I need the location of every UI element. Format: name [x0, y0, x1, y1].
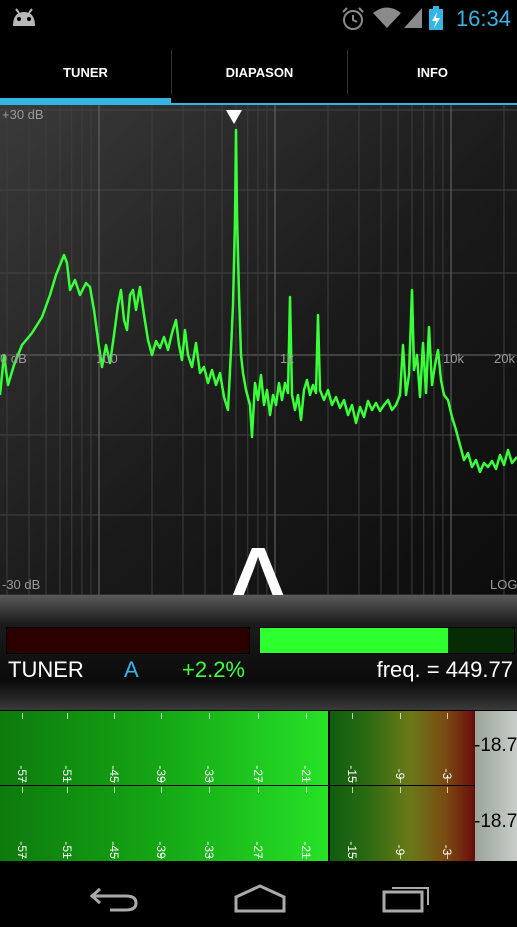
meter-tick-mark [22, 777, 23, 783]
meter-readout-top: -18.7 [474, 735, 517, 756]
meter-tick-mark [400, 713, 401, 719]
wifi-icon [373, 7, 401, 28]
meter-tick-mark [209, 787, 210, 793]
meter-tick-label: -27 [251, 765, 265, 783]
meter-tick-mark [114, 713, 115, 719]
meter-level-cursor [328, 711, 330, 861]
meter-tick-mark [447, 713, 448, 719]
meter-tick-mark [306, 777, 307, 783]
meter-tick-mark [114, 787, 115, 793]
meter-tick-label: -57 [15, 765, 29, 783]
meter-tick-mark [22, 787, 23, 793]
tuner-title: TUNER [8, 657, 84, 682]
meter-tick-mark [352, 713, 353, 719]
flat-indicator-bar [6, 627, 250, 654]
meter-tick-mark [258, 777, 259, 783]
meter-tick-mark [400, 777, 401, 783]
meter-tick-mark [258, 787, 259, 793]
freq-label-10k: 10k [443, 351, 464, 366]
meter-tick-mark [400, 853, 401, 859]
battery-icon [429, 6, 443, 30]
meter-tick-label: -9 [393, 768, 407, 780]
meter-tick-label: -45 [107, 765, 121, 783]
meter-tick-label: -3 [440, 768, 454, 780]
meter-tick-mark [306, 713, 307, 719]
meter-tick-mark [22, 713, 23, 719]
back-icon[interactable] [88, 885, 140, 913]
clock: 16:34 [455, 6, 511, 31]
tab-bar: TUNER DIAPASON INFO [0, 38, 517, 106]
meter-tick-mark [114, 777, 115, 783]
freq-label-100: 100 [96, 351, 118, 366]
meter-tick-mark [447, 853, 448, 859]
meter-tick-mark [161, 713, 162, 719]
meter-tick-mark [67, 853, 68, 859]
meter-tick-mark [209, 777, 210, 783]
spectrum-plot [0, 105, 517, 595]
sharp-indicator-bar [259, 627, 515, 654]
signal-icon [404, 8, 422, 28]
home-icon[interactable] [232, 883, 288, 913]
meter-tick-mark [161, 777, 162, 783]
freq-label-1k: 1k [280, 351, 294, 366]
db-label-mid: 0 dB [0, 351, 27, 366]
meter-tick-mark [161, 787, 162, 793]
spectrum-view[interactable]: +30 dB 0 dB -30 dB 100 1k 10k 20k LOG A [0, 105, 517, 595]
meter-tick-mark [67, 713, 68, 719]
alarm-icon [342, 7, 364, 30]
meter-tick-mark [209, 713, 210, 719]
meter-tick-mark [400, 787, 401, 793]
db-label-bottom: -30 dB [2, 577, 41, 592]
meter-readout-panel [475, 711, 517, 861]
level-meter: -57 -57 -51 -51 -45 -45 -39 -39 -33 -33 -27 -27 -21-… [0, 711, 517, 861]
tab-diapason[interactable]: DIAPASON [172, 38, 347, 106]
db-label-top: +30 dB [2, 107, 44, 122]
scale-mode-label[interactable]: LOG [490, 577, 517, 592]
tab-info[interactable]: INFO [348, 38, 517, 106]
meter-tick-mark [258, 853, 259, 859]
meter-tick-mark [306, 787, 307, 793]
meter-tick-mark [447, 787, 448, 793]
navigation-bar [0, 861, 517, 927]
meter-tick-mark [352, 787, 353, 793]
sharp-indicator-fill [260, 628, 448, 653]
tuner-note: A [124, 657, 139, 682]
detected-note: A [218, 523, 298, 595]
meter-tick-mark [306, 853, 307, 859]
freq-label-20k: 20k [494, 351, 515, 366]
meter-tick-mark [161, 853, 162, 859]
meter-tick-mark [209, 853, 210, 859]
meter-tick-label: -33 [202, 765, 216, 783]
meter-tick-mark [447, 777, 448, 783]
meter-tick-label: -15 [345, 765, 359, 783]
tab-tuner[interactable]: TUNER [0, 38, 171, 106]
tuner-frequency: freq. = 449.77 [376, 657, 513, 682]
meter-tick-label: -39 [154, 765, 168, 783]
tuner-panel: TUNER A +2.2% freq. = 449.77 [0, 595, 517, 710]
meter-tick-mark [67, 777, 68, 783]
tab-active-indicator [0, 98, 171, 105]
meter-tick-label: -51 [60, 765, 74, 783]
meter-tick-mark [352, 777, 353, 783]
android-icon [13, 8, 35, 26]
status-bar: 16:34 [0, 0, 517, 38]
meter-tick-mark [67, 787, 68, 793]
meter-tick-mark [22, 853, 23, 859]
meter-tick-mark [352, 853, 353, 859]
meter-tick-label: -21 [299, 765, 313, 783]
meter-tick-mark [258, 713, 259, 719]
tuner-deviation: +2.2% [182, 657, 245, 682]
meter-tick-mark [114, 853, 115, 859]
recent-apps-icon[interactable] [380, 883, 434, 913]
meter-readout-bottom: -18.7 [474, 811, 517, 832]
